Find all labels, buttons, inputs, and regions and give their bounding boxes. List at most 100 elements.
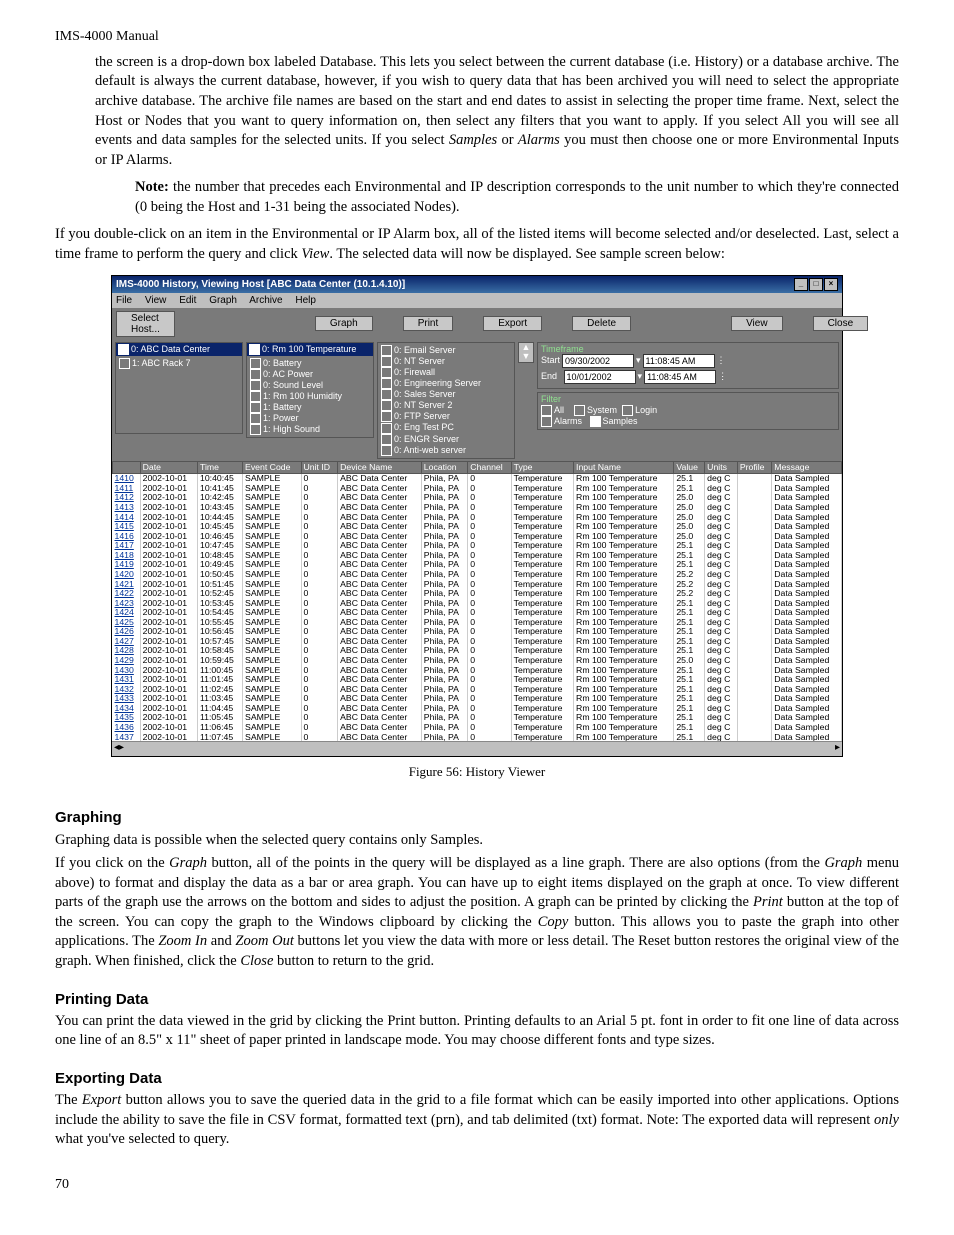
menu-view[interactable]: View <box>145 295 167 306</box>
column-header[interactable]: Device Name <box>338 461 422 474</box>
column-header[interactable]: Value <box>674 461 705 474</box>
column-header[interactable]: Location <box>421 461 468 474</box>
env-panel[interactable]: 0: Rm 100 Temperature 0: Battery0: AC Po… <box>246 342 374 439</box>
spinner-icon[interactable]: ⋮ <box>718 372 727 382</box>
graph-button[interactable]: Graph <box>315 316 373 331</box>
italic-samples: Samples <box>449 132 497 148</box>
checkbox-icon[interactable] <box>249 344 260 355</box>
ip-item[interactable]: 0: ENGR Server <box>381 434 511 445</box>
ip-item[interactable]: 0: Firewall <box>381 367 511 378</box>
start-date-field[interactable] <box>562 354 634 368</box>
close-button[interactable]: Close <box>813 316 869 331</box>
column-header[interactable]: Date <box>140 461 197 474</box>
host-panel[interactable]: 0: ABC Data Center 1: ABC Rack 7 <box>115 342 243 434</box>
checkbox-icon[interactable] <box>381 367 392 378</box>
ip-item[interactable]: 0: Email Server <box>381 345 511 356</box>
menubar[interactable]: File View Edit Graph Archive Help <box>112 293 842 308</box>
column-header[interactable]: Type <box>511 461 573 474</box>
ip-panel[interactable]: 0: Email Server0: NT Server0: Firewall0:… <box>377 342 515 459</box>
ip-item[interactable]: 0: FTP Server <box>381 411 511 422</box>
checkbox-icon[interactable] <box>250 391 261 402</box>
dropdown-icon[interactable]: ▾ <box>638 372 643 382</box>
export-button[interactable]: Export <box>483 316 542 331</box>
ip-item[interactable]: 0: NT Server <box>381 356 511 367</box>
env-item[interactable]: 0: Battery <box>250 358 370 369</box>
env-item[interactable]: 1: Battery <box>250 402 370 413</box>
scroll-left-icon[interactable]: ◂▸ <box>114 742 124 756</box>
window-titlebar[interactable]: IMS-4000 History, Viewing Host [ABC Data… <box>112 276 842 293</box>
data-grid[interactable]: DateTimeEvent CodeUnit IDDevice NameLoca… <box>112 461 842 741</box>
checkbox-icon[interactable] <box>541 405 552 416</box>
menu-file[interactable]: File <box>116 295 132 306</box>
filter-login[interactable]: Login <box>635 405 657 415</box>
ip-item[interactable]: 0: Eng Test PC <box>381 422 511 433</box>
italic-only: only <box>874 1112 899 1128</box>
menu-help[interactable]: Help <box>295 295 316 306</box>
checkbox-icon[interactable] <box>622 405 633 416</box>
column-header[interactable] <box>113 461 141 474</box>
checkbox-icon[interactable] <box>381 389 392 400</box>
end-date-field[interactable] <box>564 370 636 384</box>
minimize-icon[interactable]: _ <box>794 278 808 291</box>
column-header[interactable]: Profile <box>737 461 771 474</box>
scroll-right-icon[interactable]: ▸ <box>835 742 840 756</box>
checkbox-icon[interactable] <box>119 358 130 369</box>
checkbox-icon[interactable] <box>574 405 585 416</box>
checkbox-icon[interactable] <box>381 434 392 445</box>
scrollbar[interactable]: ▲ ▼ <box>518 342 534 364</box>
table-row[interactable]: 14372002-10-0111:07:45SAMPLE0ABC Data Ce… <box>113 733 842 741</box>
column-header[interactable]: Message <box>772 461 842 474</box>
menu-edit[interactable]: Edit <box>179 295 196 306</box>
checkbox-icon[interactable] <box>118 344 129 355</box>
checkbox-icon[interactable] <box>381 411 392 422</box>
column-header[interactable]: Time <box>198 461 243 474</box>
scroll-down-icon[interactable]: ▼ <box>522 352 531 362</box>
checkbox-icon[interactable] <box>381 356 392 367</box>
ip-item[interactable]: 0: Anti-web server <box>381 445 511 456</box>
maximize-icon[interactable]: □ <box>809 278 823 291</box>
host-item[interactable]: 1: ABC Rack 7 <box>119 358 239 369</box>
column-header[interactable]: Unit ID <box>301 461 338 474</box>
checkbox-icon[interactable] <box>381 345 392 356</box>
env-item[interactable]: 1: Power <box>250 413 370 424</box>
start-time-field[interactable] <box>643 354 715 368</box>
print-button[interactable]: Print <box>403 316 454 331</box>
column-header[interactable]: Units <box>705 461 738 474</box>
delete-button[interactable]: Delete <box>572 316 631 331</box>
ip-item[interactable]: 0: Sales Server <box>381 389 511 400</box>
spinner-icon[interactable]: ⋮ <box>717 356 726 366</box>
filter-all[interactable]: All <box>554 405 564 415</box>
checkbox-icon[interactable] <box>250 369 261 380</box>
select-host-button[interactable]: Select Host... <box>116 311 175 337</box>
checkbox-icon[interactable] <box>381 378 392 389</box>
checkbox-icon[interactable] <box>250 413 261 424</box>
ip-item[interactable]: 0: NT Server 2 <box>381 400 511 411</box>
checkbox-icon[interactable] <box>381 423 392 434</box>
dropdown-icon[interactable]: ▾ <box>636 356 641 366</box>
ip-item[interactable]: 0: Engineering Server <box>381 378 511 389</box>
checkbox-icon[interactable] <box>381 400 392 411</box>
view-button[interactable]: View <box>731 316 783 331</box>
column-header[interactable]: Channel <box>468 461 511 474</box>
env-item[interactable]: 0: AC Power <box>250 369 370 380</box>
menu-archive[interactable]: Archive <box>249 295 282 306</box>
checkbox-icon[interactable] <box>250 358 261 369</box>
checkbox-icon[interactable] <box>250 380 261 391</box>
checkbox-icon[interactable] <box>381 445 392 456</box>
end-time-field[interactable] <box>644 370 716 384</box>
env-item[interactable]: 1: High Sound <box>250 424 370 435</box>
filter-system[interactable]: System <box>587 405 617 415</box>
column-header[interactable]: Event Code <box>243 461 301 474</box>
window-control-buttons[interactable]: _□× <box>793 278 838 291</box>
close-icon[interactable]: × <box>824 278 838 291</box>
menu-graph[interactable]: Graph <box>209 295 237 306</box>
env-item[interactable]: 1: Rm 100 Humidity <box>250 391 370 402</box>
column-header[interactable]: Input Name <box>574 461 674 474</box>
checkbox-icon[interactable] <box>590 416 601 427</box>
filter-alarms[interactable]: Alarms <box>554 416 582 426</box>
checkbox-icon[interactable] <box>541 416 552 427</box>
env-item[interactable]: 0: Sound Level <box>250 380 370 391</box>
checkbox-icon[interactable] <box>250 424 261 435</box>
checkbox-icon[interactable] <box>250 402 261 413</box>
filter-samples[interactable]: Samples <box>603 416 638 426</box>
